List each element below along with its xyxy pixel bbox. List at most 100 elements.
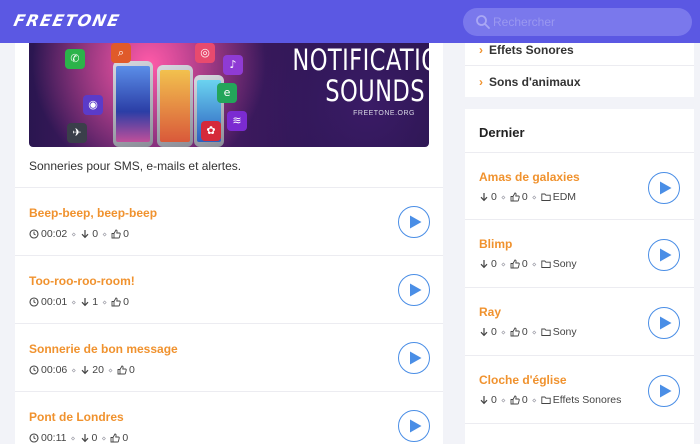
download-arrow-icon bbox=[480, 328, 488, 337]
browser-icon: e bbox=[217, 83, 237, 103]
track-meta: 0 ⋄ 0 ⋄ Sony bbox=[479, 326, 577, 338]
track-meta: 00:01 ⋄ 1 ⋄ 0 bbox=[29, 296, 129, 308]
track-row[interactable]: Sonnerie de bon message 00:06 ⋄ 20 ⋄ 0 bbox=[15, 324, 443, 392]
track-category-link[interactable]: Effets Sonores bbox=[553, 394, 622, 406]
play-button[interactable] bbox=[398, 274, 430, 306]
thumbs-up-icon bbox=[510, 327, 520, 337]
track-likes: 0 bbox=[521, 258, 528, 270]
track-duration: 00:06 bbox=[41, 364, 68, 376]
music-icon: ♪ bbox=[223, 55, 243, 75]
clock-icon bbox=[29, 229, 39, 239]
track-title-link[interactable]: Too-roo-roo-room! bbox=[29, 274, 135, 288]
track-meta: 00:06 ⋄ 20 ⋄ 0 bbox=[29, 364, 135, 376]
track-likes: 0 bbox=[521, 326, 528, 338]
play-icon bbox=[660, 181, 672, 195]
track-downloads: 1 bbox=[92, 296, 99, 308]
folder-icon bbox=[541, 193, 551, 201]
track-likes: 0 bbox=[123, 296, 129, 308]
track-meta: 0 ⋄ 0 ⋄ EDM bbox=[479, 191, 576, 203]
track-category-link[interactable]: EDM bbox=[553, 191, 576, 203]
banner-title: NOTIFICATION SOUNDS bbox=[292, 43, 429, 108]
phone-illustration bbox=[113, 61, 153, 147]
track-title-link[interactable]: Beep-beep, beep-beep bbox=[29, 206, 157, 220]
thumbs-up-icon bbox=[110, 433, 121, 443]
download-arrow-icon bbox=[480, 396, 488, 405]
track-downloads: 0 bbox=[491, 258, 497, 270]
track-row[interactable]: Pont de Londres 00:11 ⋄ 0 ⋄ 0 bbox=[15, 392, 443, 444]
search-input[interactable] bbox=[493, 8, 683, 36]
latest-track-row[interactable]: Amas de galaxies 0 ⋄ 0 ⋄ EDM bbox=[465, 153, 694, 221]
play-icon bbox=[410, 215, 422, 229]
track-title-link[interactable]: Sonnerie de bon message bbox=[29, 342, 178, 356]
play-button[interactable] bbox=[398, 410, 430, 442]
track-likes: 0 bbox=[521, 394, 528, 406]
thumbs-up-icon bbox=[510, 395, 520, 405]
latest-track-row[interactable]: Cloche d'église 0 ⋄ 0 ⋄ Effets Sonores bbox=[465, 356, 694, 424]
wifi-icon: ≋ bbox=[227, 111, 247, 131]
chevron-right-icon: › bbox=[479, 43, 483, 57]
folder-icon bbox=[541, 328, 551, 336]
play-button[interactable] bbox=[398, 206, 430, 238]
notification-sounds-banner: ✆ ◉ ✈ ⌕ ◎ ♪ e ≋ ✿ NOTIFICATION SOUNDS FR… bbox=[29, 43, 429, 147]
play-button[interactable] bbox=[648, 375, 680, 407]
latest-heading: Dernier bbox=[479, 125, 525, 140]
play-icon bbox=[410, 351, 422, 365]
category-link-sons-animaux[interactable]: › Sons d'animaux bbox=[479, 75, 581, 89]
play-icon bbox=[660, 248, 672, 262]
track-row[interactable]: Too-roo-roo-room! 00:01 ⋄ 1 ⋄ 0 bbox=[15, 256, 443, 324]
category-link-effets-sonores[interactable]: › Effets Sonores bbox=[479, 43, 574, 57]
download-arrow-icon bbox=[81, 230, 89, 239]
play-button[interactable] bbox=[648, 307, 680, 339]
track-downloads: 0 bbox=[491, 394, 497, 406]
download-arrow-icon bbox=[81, 366, 89, 375]
freetone-logo[interactable]: FREETONE bbox=[11, 8, 122, 34]
phone-illustration bbox=[157, 65, 193, 147]
thumbs-up-icon bbox=[111, 229, 121, 239]
track-duration: 00:11 bbox=[41, 432, 67, 444]
track-likes: 0 bbox=[122, 432, 129, 444]
divider bbox=[465, 65, 694, 66]
search-icon bbox=[476, 15, 490, 29]
track-downloads: 0 bbox=[91, 432, 98, 444]
play-button[interactable] bbox=[398, 342, 430, 374]
track-meta: 00:02 ⋄ 0 ⋄ 0 bbox=[29, 228, 129, 240]
track-row[interactable]: Beep-beep, beep-beep 00:02 ⋄ 0 ⋄ 0 bbox=[15, 188, 443, 256]
track-title-link[interactable]: Cloche d'église bbox=[479, 373, 567, 387]
play-button[interactable] bbox=[648, 239, 680, 271]
track-likes: 0 bbox=[123, 228, 129, 240]
divider bbox=[465, 423, 694, 424]
camera-icon: ◎ bbox=[195, 43, 215, 63]
track-category-link[interactable]: Sony bbox=[553, 258, 577, 270]
track-meta: 0 ⋄ 0 ⋄ Effets Sonores bbox=[479, 394, 621, 406]
track-downloads: 0 bbox=[491, 191, 497, 203]
thumbs-up-icon bbox=[510, 259, 520, 269]
track-title-link[interactable]: Pont de Londres bbox=[29, 410, 124, 424]
download-arrow-icon bbox=[81, 434, 88, 443]
category-description: Sonneries pour SMS, e-mails et alertes. bbox=[29, 159, 242, 173]
play-button[interactable] bbox=[648, 172, 680, 204]
clock-icon bbox=[29, 365, 39, 375]
latest-track-row[interactable]: Blimp 0 ⋄ 0 ⋄ Sony bbox=[465, 220, 694, 288]
track-meta: 0 ⋄ 0 ⋄ Sony bbox=[479, 258, 577, 270]
plane-icon: ✈ bbox=[67, 123, 87, 143]
track-duration: 00:01 bbox=[41, 296, 68, 308]
thumbs-up-icon bbox=[510, 192, 520, 202]
rss-icon: ◉ bbox=[83, 95, 103, 115]
play-icon bbox=[660, 316, 672, 330]
banner-site-label: FREETONE.ORG bbox=[353, 110, 415, 117]
track-title-link[interactable]: Ray bbox=[479, 305, 501, 319]
track-title-link[interactable]: Blimp bbox=[479, 237, 512, 251]
track-likes: 0 bbox=[129, 364, 135, 376]
track-downloads: 0 bbox=[491, 326, 497, 338]
whatsapp-icon: ✆ bbox=[65, 49, 85, 69]
thumbs-up-icon bbox=[111, 297, 121, 307]
main-content-card: ✆ ◉ ✈ ⌕ ◎ ♪ e ≋ ✿ NOTIFICATION SOUNDS FR… bbox=[15, 43, 443, 444]
category-label: Sons d'animaux bbox=[489, 75, 581, 89]
folder-icon bbox=[541, 260, 551, 268]
download-arrow-icon bbox=[81, 298, 89, 307]
search-box[interactable] bbox=[463, 8, 692, 36]
track-title-link[interactable]: Amas de galaxies bbox=[479, 170, 580, 184]
latest-track-row[interactable]: Ray 0 ⋄ 0 ⋄ Sony bbox=[465, 288, 694, 356]
chevron-right-icon: › bbox=[479, 75, 483, 89]
track-category-link[interactable]: Sony bbox=[553, 326, 577, 338]
